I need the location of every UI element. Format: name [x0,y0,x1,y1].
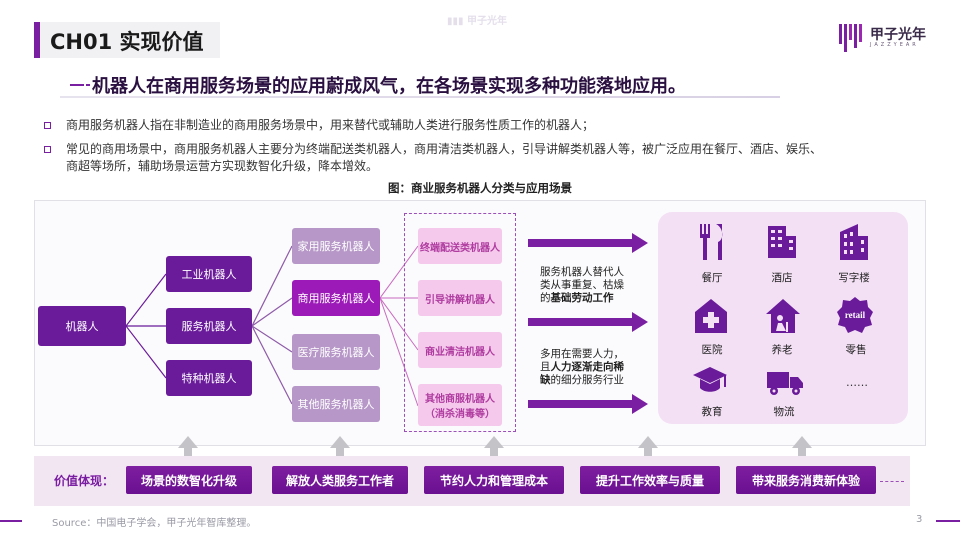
value-strip-dash [880,481,904,482]
scene-education: 教育 [701,406,723,418]
retail-icon: retail [837,297,873,333]
scene-logistics: 物流 [773,406,795,418]
scene-office: 写字楼 [838,272,870,284]
hotel-icon [768,226,796,258]
footer-accent-left [0,520,22,522]
logistics-truck-icon [767,372,803,395]
figure-title: 图：商业服务机器人分类与应用场景 [388,181,572,195]
value-improve-efficiency: 提升工作效率与质量 [580,466,720,494]
node-cleaning-robot: 商业清洁机器人 [418,332,502,368]
node-delivery-robot: 终端配送类机器人 [418,228,502,264]
retail-badge-text: retail [845,310,866,320]
scene-hotel: 酒店 [771,272,793,284]
value-free-workers: 解放人类服务工作者 [272,466,408,494]
bullet-square-icon [44,122,51,129]
bullet-text-2-line1: 常见的商用场景中，商用服务机器人主要分为终端配送类机器人，商用清洁类机器人，引导… [66,142,823,156]
elderly-care-icon [766,299,800,333]
source-note: Source：中国电子学会，甲子光年智库整理。 [52,518,257,529]
node-home-service: 家用服务机器人 [292,228,380,264]
desc-labor-shortage: 多用在需要人力， 且人力逐渐走向稀 缺的细分服务行业 [540,348,624,386]
value-digital-upgrade: 场景的数智化升级 [126,466,252,494]
page-title: CH01 实现价值 [50,30,204,54]
office-building-icon [840,224,868,260]
scene-hospital: 医院 [701,344,723,356]
scene-elderly-care: 养老 [771,344,793,356]
brand-subtitle: JAZZYEAR [870,42,919,48]
node-guide-robot: 引导讲解机器人 [418,280,502,316]
brand-logo-icon [839,24,862,52]
headline-dash-dot [86,84,90,86]
desc-replace-labor: 服务机器人替代人 类从事重复、枯燥 的基础劳动工作 [540,266,624,304]
node-special-robot: 特种机器人 [166,360,252,396]
watermark-logo: ▮▮▮ 甲子光年 [447,16,507,27]
node-service-robot: 服务机器人 [166,308,252,344]
scenes-more: …… [846,376,868,389]
node-industrial-robot: 工业机器人 [166,256,252,292]
restaurant-icon [700,224,723,260]
brand-name: 甲子光年 [870,27,926,43]
value-label: 价值体现： [54,474,115,488]
node-other-commercial-robot: 其他商服机器人 （消杀消毒等） [418,384,502,426]
headline: 机器人在商用服务场景的应用蔚成风气，在各场景实现多种功能落地应用。 [92,76,686,97]
headline-rule [60,96,780,98]
value-save-cost: 节约人力和管理成本 [424,466,564,494]
node-commercial-service: 商用服务机器人 [292,280,380,316]
node-medical-service: 医疗服务机器人 [292,334,380,370]
headline-dash [70,84,84,86]
scene-retail: 零售 [845,344,867,356]
education-icon [693,367,727,392]
bullet-text-1: 商用服务机器人指在非制造业的商用服务场景中，用来替代或辅助人类进行服务性质工作的… [66,118,595,132]
bullet-square-icon [44,146,51,153]
node-other-service: 其他服务机器人 [292,386,380,422]
bullet-text-2-line2: 商超等场所，辅助场景运营方实现数智化升级，降本增效。 [66,159,379,173]
footer-accent-right [936,520,960,522]
scene-restaurant: 餐厅 [701,272,723,284]
value-new-experience: 带来服务消费新体验 [736,466,876,494]
hospital-icon [695,299,727,333]
page-number: 3 [916,514,923,525]
node-robot: 机器人 [38,306,126,346]
